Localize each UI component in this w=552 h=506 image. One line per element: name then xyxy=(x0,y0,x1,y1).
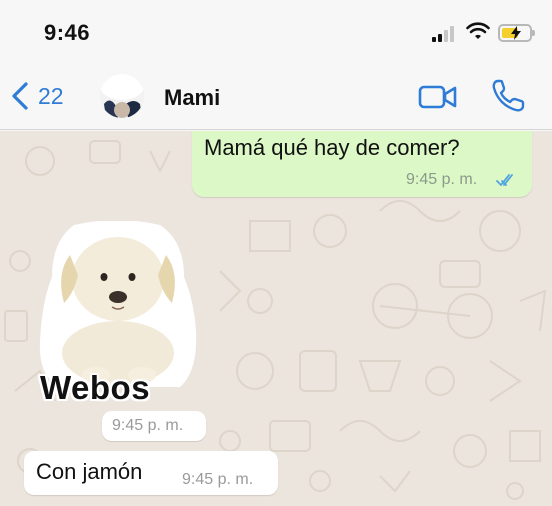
message-text: Mamá qué hay de comer? xyxy=(204,135,460,160)
chat-header: 22 Mami xyxy=(0,62,552,130)
incoming-message[interactable]: Con jamón 9:45 p. m. xyxy=(24,451,278,495)
charging-bolt-icon xyxy=(511,26,521,40)
contact-name[interactable]: Mami xyxy=(164,85,220,111)
sticker-caption: Webos xyxy=(40,369,151,406)
outgoing-message[interactable]: Mamá qué hay de comer? 9:45 p. m. xyxy=(192,131,532,197)
battery-icon xyxy=(498,24,535,42)
chat-area[interactable]: Mamá qué hay de comer? 9:45 p. m. Webos … xyxy=(0,131,552,506)
wifi-icon xyxy=(466,22,490,39)
phone-icon[interactable] xyxy=(490,78,526,114)
message-time: 9:45 p. m. xyxy=(182,471,254,488)
double-check-icon xyxy=(496,174,513,186)
status-time: 9:46 xyxy=(44,20,91,45)
unread-count: 22 xyxy=(38,82,64,109)
message-time: 9:45 p. m. xyxy=(406,171,478,188)
message-text: Con jamón xyxy=(36,459,143,484)
back-button[interactable]: 22 xyxy=(10,81,64,111)
avatar[interactable] xyxy=(100,74,144,118)
avatar-image xyxy=(100,74,144,118)
cellular-signal-icon xyxy=(432,26,458,42)
message-time: 9:45 p. m. xyxy=(112,417,184,434)
status-bar: 9:46 xyxy=(0,0,552,62)
chevron-left-icon xyxy=(12,82,28,110)
sticker-time-badge: 9:45 p. m. xyxy=(102,411,206,441)
video-camera-icon[interactable] xyxy=(418,84,458,110)
